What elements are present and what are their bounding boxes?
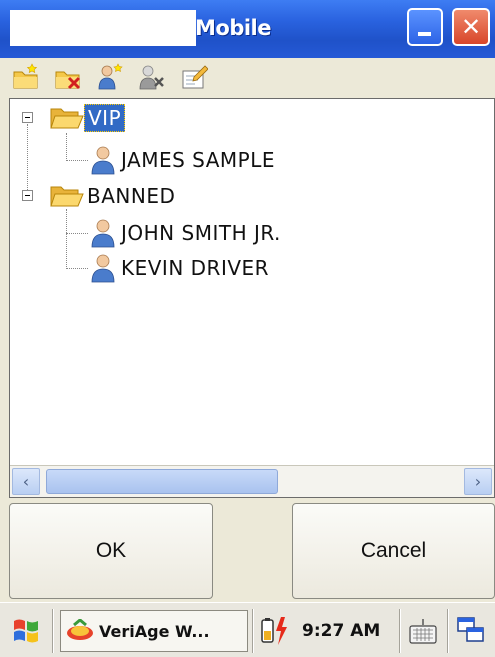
taskbar-app-button[interactable]: VeriAge W... xyxy=(60,610,248,652)
taskbar: VeriAge W... 9:27 AM xyxy=(0,602,495,657)
start-button[interactable] xyxy=(10,615,42,647)
folder-open-icon xyxy=(50,108,84,129)
tree-member-label: JAMES SAMPLE xyxy=(121,148,276,172)
remove-person-icon[interactable] xyxy=(138,63,166,91)
person-icon xyxy=(91,254,115,283)
toolbar xyxy=(0,58,495,98)
tree-connector xyxy=(66,133,67,161)
collapse-toggle-vip[interactable] xyxy=(22,112,33,123)
battery-charging-icon[interactable] xyxy=(259,615,291,647)
scroll-thumb[interactable] xyxy=(46,469,278,494)
taskbar-separator xyxy=(52,609,54,653)
tree-group-label: VIP xyxy=(84,104,126,132)
chevron-right-icon: › xyxy=(474,472,482,491)
folder-open-icon xyxy=(50,186,84,207)
add-person-icon[interactable] xyxy=(96,63,124,91)
close-icon: ✕ xyxy=(460,13,482,41)
tree-group-vip[interactable]: VIP xyxy=(50,102,126,134)
title-bar: Mobile ✕ xyxy=(0,0,495,58)
cancel-button[interactable]: Cancel xyxy=(292,503,495,599)
tree-connector xyxy=(27,124,28,196)
tree-connector xyxy=(66,233,88,234)
window-title: Mobile xyxy=(195,16,272,40)
clock[interactable]: 9:27 AM xyxy=(302,621,380,641)
screen: Mobile ✕ VIP JAMES SAMPLE BANNED JOHN SM… xyxy=(0,0,495,657)
taskbar-app-label: VeriAge W... xyxy=(99,621,210,641)
tree-group-banned[interactable]: BANNED xyxy=(50,180,178,212)
scroll-left-button[interactable]: ‹ xyxy=(12,468,40,495)
switch-window-icon[interactable] xyxy=(456,615,486,645)
tree-connector xyxy=(66,268,88,269)
close-button[interactable]: ✕ xyxy=(452,8,490,46)
person-icon xyxy=(91,219,115,248)
delete-folder-icon[interactable] xyxy=(54,63,82,91)
title-redaction-box xyxy=(10,10,196,46)
collapse-toggle-banned[interactable] xyxy=(22,190,33,201)
edit-icon[interactable] xyxy=(180,63,209,91)
ok-button[interactable]: OK xyxy=(9,503,213,599)
minimize-button[interactable] xyxy=(407,8,443,46)
chevron-left-icon: ‹ xyxy=(22,472,30,491)
tree-connector xyxy=(66,160,88,161)
scroll-right-button[interactable]: › xyxy=(464,468,492,495)
taskbar-separator xyxy=(447,609,449,653)
tree-member-john-smith-jr[interactable]: JOHN SMITH JR. xyxy=(90,217,284,249)
taskbar-separator xyxy=(252,609,254,653)
taskbar-separator xyxy=(399,609,401,653)
tree-connector xyxy=(66,209,67,269)
tree-member-label: KEVIN DRIVER xyxy=(121,256,270,280)
windows-flag-icon xyxy=(14,619,38,643)
keyboard-icon[interactable] xyxy=(408,617,438,645)
tree-member-kevin-driver[interactable]: KEVIN DRIVER xyxy=(90,252,272,284)
tree-member-james-sample[interactable]: JAMES SAMPLE xyxy=(90,144,278,176)
person-icon xyxy=(91,146,115,175)
group-tree[interactable]: VIP JAMES SAMPLE BANNED JOHN SMITH JR. K… xyxy=(9,98,495,498)
app-logo-icon xyxy=(67,619,93,640)
new-folder-icon[interactable] xyxy=(12,63,40,91)
tree-member-label: JOHN SMITH JR. xyxy=(121,221,281,245)
horizontal-scrollbar[interactable]: ‹ › xyxy=(10,465,494,497)
tree-group-label: BANNED xyxy=(87,184,176,208)
